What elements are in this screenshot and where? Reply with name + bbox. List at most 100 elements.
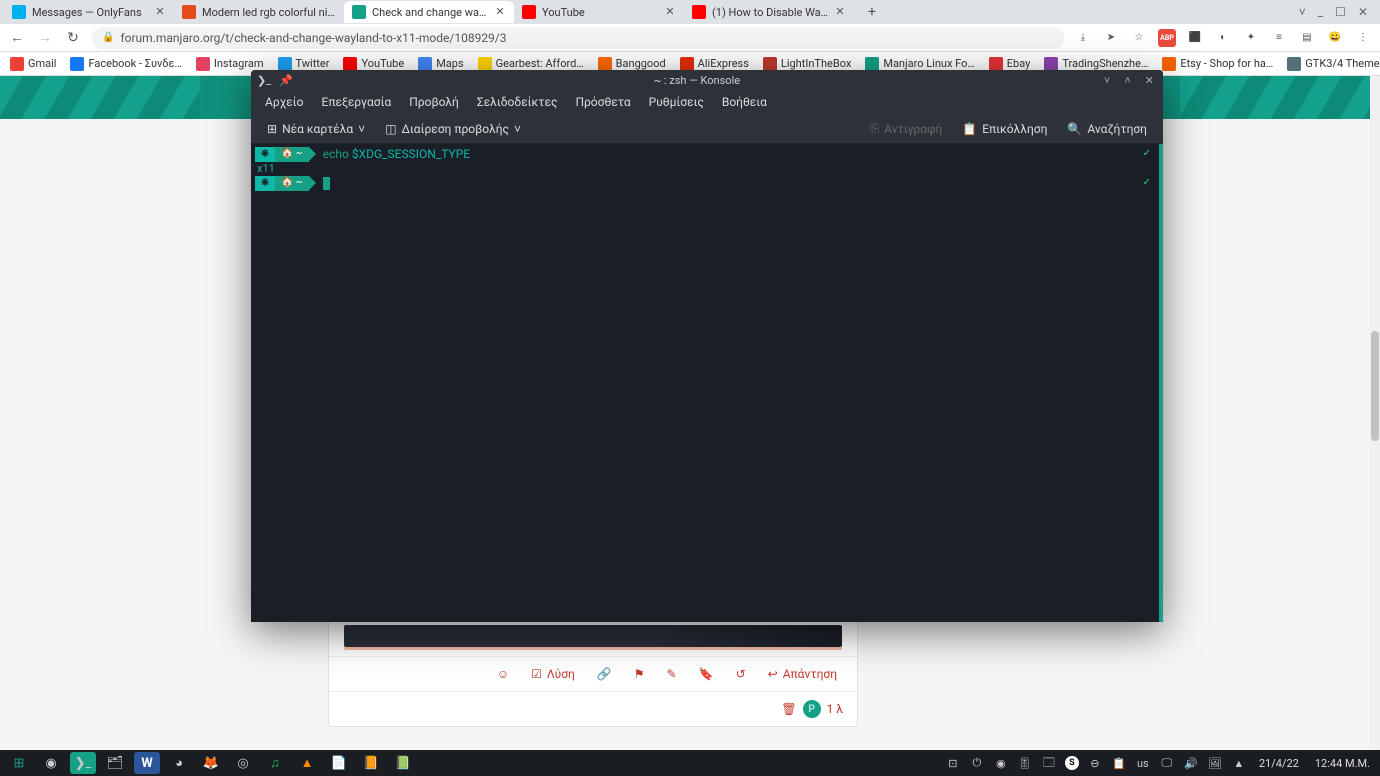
close-icon[interactable]: ✕ xyxy=(834,6,846,18)
tray-keyboard-layout[interactable]: us xyxy=(1135,757,1151,770)
reply-button[interactable]: ↩ Απάντηση xyxy=(768,667,837,681)
sidepanel-icon[interactable]: ▤ xyxy=(1298,29,1316,47)
start-button[interactable]: ⊞ xyxy=(6,752,32,774)
bookmark-etsy[interactable]: Etsy - Shop for ha… xyxy=(1162,57,1273,71)
tray-power-icon[interactable]: ⏻ xyxy=(969,756,985,770)
avatar[interactable]: P xyxy=(803,700,821,718)
scrollbar-thumb[interactable] xyxy=(1371,331,1379,441)
bookmark-gmail[interactable]: Gmail xyxy=(10,57,56,71)
solution-button[interactable]: ☑ Λύση xyxy=(531,667,575,681)
app-firefox[interactable]: 🦊 xyxy=(198,752,224,774)
trash-icon[interactable]: 🗑 xyxy=(781,702,796,716)
maximize-icon[interactable]: ˄ xyxy=(1121,74,1133,87)
tray-display-icon[interactable]: 🖵 xyxy=(1159,756,1175,770)
bookmark-maps[interactable]: Maps xyxy=(418,57,463,71)
tray-wallpaper-icon[interactable]: 🖼 xyxy=(1207,757,1223,770)
new-tab-button[interactable]: + xyxy=(862,4,882,20)
bookmark-facebook[interactable]: Facebook - Συνδε… xyxy=(70,57,181,71)
send-icon[interactable]: ➤ xyxy=(1102,29,1120,47)
link-button[interactable]: 🔗 xyxy=(597,667,612,681)
address-bar[interactable]: 🔒 forum.manjaro.org/t/check-and-change-w… xyxy=(92,27,1064,49)
app-firefox-dev[interactable]: ◉ xyxy=(38,752,64,774)
menu-icon[interactable]: ⋮ xyxy=(1354,29,1372,47)
konsole-titlebar[interactable]: ❯_ 📌 ~ : zsh — Konsole ˅ ˄ ✕ xyxy=(251,70,1163,90)
emoji-button[interactable]: ☺ xyxy=(497,667,509,681)
menu-bookmarks[interactable]: Σελιδοδείκτες xyxy=(469,92,566,112)
app-vlc[interactable]: ▲ xyxy=(294,752,320,774)
browser-tab[interactable]: Messages — OnlyFans ✕ xyxy=(4,1,174,23)
tray-desktop-icon[interactable]: ⊡ xyxy=(945,757,961,770)
reading-list-icon[interactable]: ≡ xyxy=(1270,29,1288,47)
menu-file[interactable]: Αρχείο xyxy=(257,92,312,112)
bitwarden-icon[interactable]: ⬛ xyxy=(1186,29,1204,47)
menu-help[interactable]: Βοήθεια xyxy=(714,92,775,112)
bookmark-lightinthebox[interactable]: LightInTheBox xyxy=(763,57,851,71)
tray-record-icon[interactable]: ◉ xyxy=(993,757,1009,770)
new-tab-button[interactable]: ⊞ Νέα καρτέλα ˅ xyxy=(259,118,373,140)
bookmark-instagram[interactable]: Instagram xyxy=(196,57,264,71)
search-button[interactable]: 🔍 Αναζήτηση xyxy=(1059,118,1155,140)
bookmark-button[interactable]: 🔖 xyxy=(699,667,714,681)
minimize-icon[interactable]: ˅ xyxy=(1101,74,1113,87)
bookmark-gearbest[interactable]: Gearbest: Afford… xyxy=(478,57,584,71)
menu-edit[interactable]: Επεξεργασία xyxy=(314,92,400,112)
app-slides[interactable]: 📙 xyxy=(358,752,384,774)
tray-mixer-icon[interactable]: 🎚 xyxy=(1017,757,1033,770)
post-image[interactable] xyxy=(344,625,842,647)
menu-plugins[interactable]: Πρόσθετα xyxy=(567,92,638,112)
flag-button[interactable]: ⚑ xyxy=(634,667,645,681)
undo-button[interactable]: ↺ xyxy=(736,667,746,681)
tray-sync-icon[interactable]: ⊖ xyxy=(1087,757,1103,770)
terminal-area[interactable]: ⎈ 🏠 ~ echo $XDG_SESSION_TYPE ✓ x11 ⎈ 🏠 ~… xyxy=(251,144,1163,622)
tray-expand-icon[interactable]: ▲ xyxy=(1231,757,1247,770)
bookmark-gtk[interactable]: GTK3/4 Themes -… xyxy=(1287,57,1380,71)
close-icon[interactable]: ✕ xyxy=(494,6,506,18)
pin-icon[interactable]: 📌 xyxy=(279,74,293,87)
app-files[interactable]: 🗂 xyxy=(102,752,128,774)
app-spotify[interactable]: ♫ xyxy=(262,752,288,774)
reload-button[interactable]: ↻ xyxy=(64,29,82,47)
menu-settings[interactable]: Ρυθμίσεις xyxy=(641,92,712,112)
browser-tab-active[interactable]: Check and change wayland t… ✕ xyxy=(344,1,514,23)
maximize-icon[interactable]: ☐ xyxy=(1335,5,1346,19)
tray-skype-icon[interactable]: S xyxy=(1065,756,1079,770)
edit-button[interactable]: ✎ xyxy=(667,667,677,681)
close-icon[interactable]: ✕ xyxy=(154,6,166,18)
tray-volume-icon[interactable]: 🔊 xyxy=(1183,757,1199,770)
browser-tab[interactable]: YouTube ✕ xyxy=(514,1,684,23)
app-chrome[interactable]: ◕ xyxy=(166,752,192,774)
taskbar-time[interactable]: 12:44 Μ.Μ. xyxy=(1311,757,1374,770)
app-konsole[interactable]: ❯_ xyxy=(70,752,96,774)
star-icon[interactable]: ☆ xyxy=(1130,29,1148,47)
app-writer[interactable]: W xyxy=(134,752,160,774)
app-sheets[interactable]: 📗 xyxy=(390,752,416,774)
close-icon[interactable]: ✕ xyxy=(1358,5,1368,19)
bookmark-youtube[interactable]: YouTube xyxy=(343,57,404,71)
close-icon[interactable]: ✕ xyxy=(1142,74,1157,87)
taskbar-date[interactable]: 21/4/22 xyxy=(1255,757,1303,770)
forward-button[interactable]: → xyxy=(36,29,54,47)
bookmark-manjaro[interactable]: Manjaro Linux Fo… xyxy=(865,57,974,71)
split-view-button[interactable]: ◫ Διαίρεση προβολής ˅ xyxy=(377,118,529,140)
browser-tab[interactable]: Modern led rgb colorful nigh… xyxy=(174,1,344,23)
install-icon[interactable]: ⤓ xyxy=(1074,29,1092,47)
back-button[interactable]: ← xyxy=(8,29,26,47)
extensions-icon[interactable]: ✦ xyxy=(1242,29,1260,47)
bookmark-banggood[interactable]: Banggood xyxy=(598,57,666,71)
app-steam[interactable]: ◎ xyxy=(230,752,256,774)
abp-icon[interactable]: ABP xyxy=(1158,29,1176,47)
profile-avatar[interactable]: 😀 xyxy=(1326,29,1344,47)
bookmark-aliexpress[interactable]: AliExpress xyxy=(680,57,749,71)
page-scrollbar[interactable] xyxy=(1370,76,1380,749)
bookmark-tradingshenzhen[interactable]: TradingShenzhe… xyxy=(1044,57,1148,71)
tray-clipboard-icon[interactable]: 📋 xyxy=(1111,757,1127,770)
gear-icon[interactable]: ◐ xyxy=(1214,29,1232,47)
close-icon[interactable]: ✕ xyxy=(664,6,676,18)
likes-count[interactable]: 1 λ xyxy=(827,702,843,716)
app-docs[interactable]: 📄 xyxy=(326,752,352,774)
bookmark-twitter[interactable]: Twitter xyxy=(278,57,330,71)
minimize-icon[interactable]: _ xyxy=(1318,5,1323,19)
chevron-down-icon[interactable]: ˅ xyxy=(1299,5,1306,19)
paste-button[interactable]: 📋 Επικόλληση xyxy=(954,118,1055,140)
tray-window-icon[interactable]: 🗔 xyxy=(1041,754,1057,773)
